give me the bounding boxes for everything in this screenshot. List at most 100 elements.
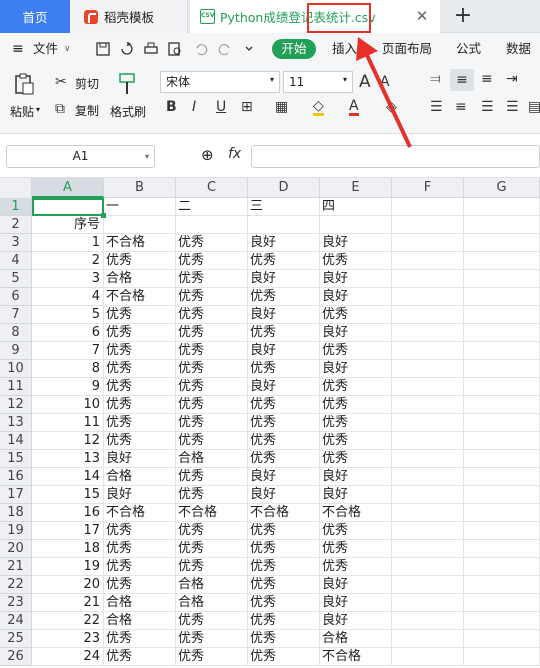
cell-c24[interactable]: 优秀 xyxy=(176,612,248,630)
cell-e22[interactable]: 良好 xyxy=(320,576,392,594)
cell-c19[interactable]: 优秀 xyxy=(176,522,248,540)
copy-label[interactable]: 复制 xyxy=(75,102,99,119)
cell-d23[interactable]: 优秀 xyxy=(248,594,320,612)
cell-e11[interactable]: 优秀 xyxy=(320,378,392,396)
chevron-down-icon[interactable]: ▾ xyxy=(36,105,40,114)
cell-f21[interactable] xyxy=(392,558,464,576)
cell-b23[interactable]: 合格 xyxy=(104,594,176,612)
menu-formula[interactable]: 公式 xyxy=(456,33,481,65)
cell-a14[interactable]: 12 xyxy=(32,432,104,450)
menu-file[interactable]: 文件 xyxy=(33,33,58,65)
cell-g13[interactable] xyxy=(464,414,540,432)
cell-f20[interactable] xyxy=(392,540,464,558)
cell-f22[interactable] xyxy=(392,576,464,594)
cell-e19[interactable]: 优秀 xyxy=(320,522,392,540)
cell-e5[interactable]: 良好 xyxy=(320,270,392,288)
column-header-g[interactable]: G xyxy=(464,178,540,198)
cell-c10[interactable]: 优秀 xyxy=(176,360,248,378)
cell-f7[interactable] xyxy=(392,306,464,324)
cut-label[interactable]: 剪切 xyxy=(75,75,99,92)
decrease-font-icon[interactable]: A xyxy=(380,74,390,90)
chevron-down-icon[interactable]: ▾ xyxy=(270,75,274,84)
name-box[interactable]: A1 xyxy=(6,145,155,168)
cell-g18[interactable] xyxy=(464,504,540,522)
cell-e14[interactable]: 优秀 xyxy=(320,432,392,450)
cell-f1[interactable] xyxy=(392,198,464,216)
row-header[interactable]: 1 xyxy=(0,198,32,216)
save-icon[interactable] xyxy=(96,42,110,56)
more-chevron-icon[interactable] xyxy=(244,42,254,56)
cell-d18[interactable]: 不合格 xyxy=(248,504,320,522)
hamburger-icon[interactable]: ≡ xyxy=(12,33,24,65)
font-name-select[interactable]: 宋体 xyxy=(160,71,280,93)
cell-f4[interactable] xyxy=(392,252,464,270)
cell-d17[interactable]: 良好 xyxy=(248,486,320,504)
cell-a19[interactable]: 17 xyxy=(32,522,104,540)
cell-g10[interactable] xyxy=(464,360,540,378)
cell-d1[interactable]: 三 xyxy=(248,198,320,216)
fx-icon[interactable]: fx xyxy=(228,146,241,162)
print-preview-icon[interactable] xyxy=(168,42,182,56)
cell-c25[interactable]: 优秀 xyxy=(176,630,248,648)
cell-e15[interactable]: 优秀 xyxy=(320,450,392,468)
close-tab-icon[interactable]: ✕ xyxy=(414,8,430,24)
border-icon[interactable]: ⊞ xyxy=(241,99,253,115)
cell-f25[interactable] xyxy=(392,630,464,648)
cell-g6[interactable] xyxy=(464,288,540,306)
cell-e10[interactable]: 良好 xyxy=(320,360,392,378)
cell-b11[interactable]: 优秀 xyxy=(104,378,176,396)
cell-c22[interactable]: 合格 xyxy=(176,576,248,594)
cell-c14[interactable]: 优秀 xyxy=(176,432,248,450)
cell-d12[interactable]: 优秀 xyxy=(248,396,320,414)
cell-d16[interactable]: 良好 xyxy=(248,468,320,486)
cell-g1[interactable] xyxy=(464,198,540,216)
cell-b17[interactable]: 良好 xyxy=(104,486,176,504)
cell-c26[interactable]: 优秀 xyxy=(176,648,248,666)
column-header-f[interactable]: F xyxy=(392,178,464,198)
cell-a20[interactable]: 18 xyxy=(32,540,104,558)
menu-data[interactable]: 数据 xyxy=(506,33,531,65)
cell-b19[interactable]: 优秀 xyxy=(104,522,176,540)
cell-e24[interactable]: 良好 xyxy=(320,612,392,630)
cell-b9[interactable]: 优秀 xyxy=(104,342,176,360)
cell-b15[interactable]: 良好 xyxy=(104,450,176,468)
menu-page-layout[interactable]: 页面布局 xyxy=(382,33,432,65)
distributed-icon[interactable]: ▤ xyxy=(528,99,540,115)
cell-d25[interactable]: 优秀 xyxy=(248,630,320,648)
align-right-icon[interactable]: ☰ xyxy=(481,99,494,115)
cell-e2[interactable] xyxy=(320,216,392,234)
align-center-icon[interactable]: ≡ xyxy=(455,99,467,115)
cell-f24[interactable] xyxy=(392,612,464,630)
cell-d8[interactable]: 优秀 xyxy=(248,324,320,342)
cell-d15[interactable]: 优秀 xyxy=(248,450,320,468)
cell-g4[interactable] xyxy=(464,252,540,270)
cell-a5[interactable]: 3 xyxy=(32,270,104,288)
cell-a23[interactable]: 21 xyxy=(32,594,104,612)
select-all-corner[interactable] xyxy=(0,178,32,198)
cell-a11[interactable]: 9 xyxy=(32,378,104,396)
row-header[interactable]: 10 xyxy=(0,360,32,378)
cell-e13[interactable]: 优秀 xyxy=(320,414,392,432)
row-header[interactable]: 7 xyxy=(0,306,32,324)
row-header[interactable]: 17 xyxy=(0,486,32,504)
cell-g8[interactable] xyxy=(464,324,540,342)
cell-b22[interactable]: 优秀 xyxy=(104,576,176,594)
cell-a18[interactable]: 16 xyxy=(32,504,104,522)
cell-e8[interactable]: 良好 xyxy=(320,324,392,342)
cell-a26[interactable]: 24 xyxy=(32,648,104,666)
cell-g20[interactable] xyxy=(464,540,540,558)
cell-f16[interactable] xyxy=(392,468,464,486)
cell-c1[interactable]: 二 xyxy=(176,198,248,216)
cell-c18[interactable]: 不合格 xyxy=(176,504,248,522)
row-header[interactable]: 13 xyxy=(0,414,32,432)
cell-b5[interactable]: 合格 xyxy=(104,270,176,288)
spreadsheet-grid[interactable]: ABCDEFG 1 一二三四 2 序号 3 1 不合格 优秀 良好 良好 4 2 优秀 优秀 优秀 优秀 5 3 合… xyxy=(0,178,540,668)
cell-f17[interactable] xyxy=(392,486,464,504)
align-middle-icon[interactable]: ≡ xyxy=(450,69,474,91)
cell-d26[interactable]: 优秀 xyxy=(248,648,320,666)
cell-e23[interactable]: 良好 xyxy=(320,594,392,612)
cell-a15[interactable]: 13 xyxy=(32,450,104,468)
chevron-down-icon[interactable]: ▾ xyxy=(343,75,347,84)
cell-b4[interactable]: 优秀 xyxy=(104,252,176,270)
cell-g25[interactable] xyxy=(464,630,540,648)
